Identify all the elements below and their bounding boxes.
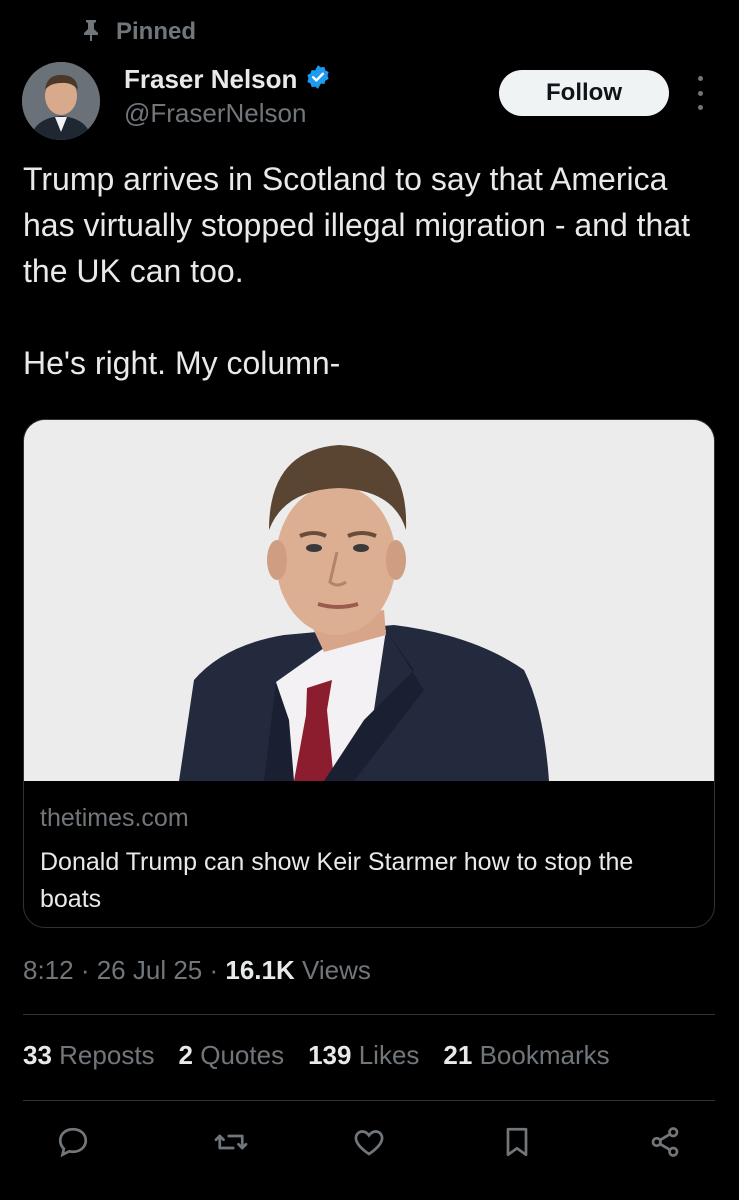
author-name[interactable]: Fraser Nelson [124, 64, 297, 95]
verified-badge-icon [305, 64, 331, 95]
more-options-icon[interactable] [690, 76, 710, 110]
card-image[interactable] [24, 420, 714, 781]
repost-icon[interactable] [209, 1120, 253, 1164]
share-icon[interactable] [643, 1120, 687, 1164]
tweet-date[interactable]: 26 Jul 25 [97, 955, 203, 986]
bookmark-icon[interactable] [495, 1120, 539, 1164]
card-title[interactable]: Donald Trump can show Keir Starmer how t… [40, 844, 700, 918]
tweet-paragraph: He's right. My column- [23, 345, 341, 381]
meta-separator: · [202, 955, 226, 985]
like-icon[interactable] [347, 1120, 391, 1164]
stat-quotes[interactable]: 2 Quotes [179, 1040, 285, 1071]
engagement-stats: 33 Reposts 2 Quotes 139 Likes 21 Bookmar… [23, 1040, 610, 1071]
views-label: Views [301, 955, 371, 985]
divider [23, 1014, 715, 1015]
card-domain: thetimes.com [40, 804, 189, 832]
author-name-row[interactable]: Fraser Nelson [124, 64, 331, 95]
stat-reposts[interactable]: 33 Reposts [23, 1040, 155, 1071]
meta-separator: · [73, 955, 97, 985]
tweet-time[interactable]: 8:12 [23, 955, 74, 986]
tweet-text: Trump arrives in Scotland to say that Am… [23, 156, 713, 386]
tweet-meta: 8:12 · 26 Jul 25 · 16.1K Views [23, 955, 371, 986]
tweet-paragraph: Trump arrives in Scotland to say that Am… [23, 161, 691, 289]
action-bar [23, 1120, 715, 1164]
author-handle[interactable]: @FraserNelson [124, 98, 306, 129]
pinned-indicator: Pinned [82, 16, 196, 48]
follow-button[interactable]: Follow [499, 70, 669, 116]
stat-bookmarks[interactable]: 21 Bookmarks [443, 1040, 609, 1071]
divider [23, 1100, 715, 1101]
link-preview-card[interactable]: thetimes.com Donald Trump can show Keir … [23, 419, 715, 928]
stat-likes[interactable]: 139 Likes [308, 1040, 419, 1071]
views-count: 16.1K [225, 955, 295, 985]
reply-icon[interactable] [51, 1120, 95, 1164]
avatar[interactable] [22, 62, 100, 140]
pinned-label: Pinned [116, 18, 197, 45]
pin-icon [82, 19, 100, 46]
